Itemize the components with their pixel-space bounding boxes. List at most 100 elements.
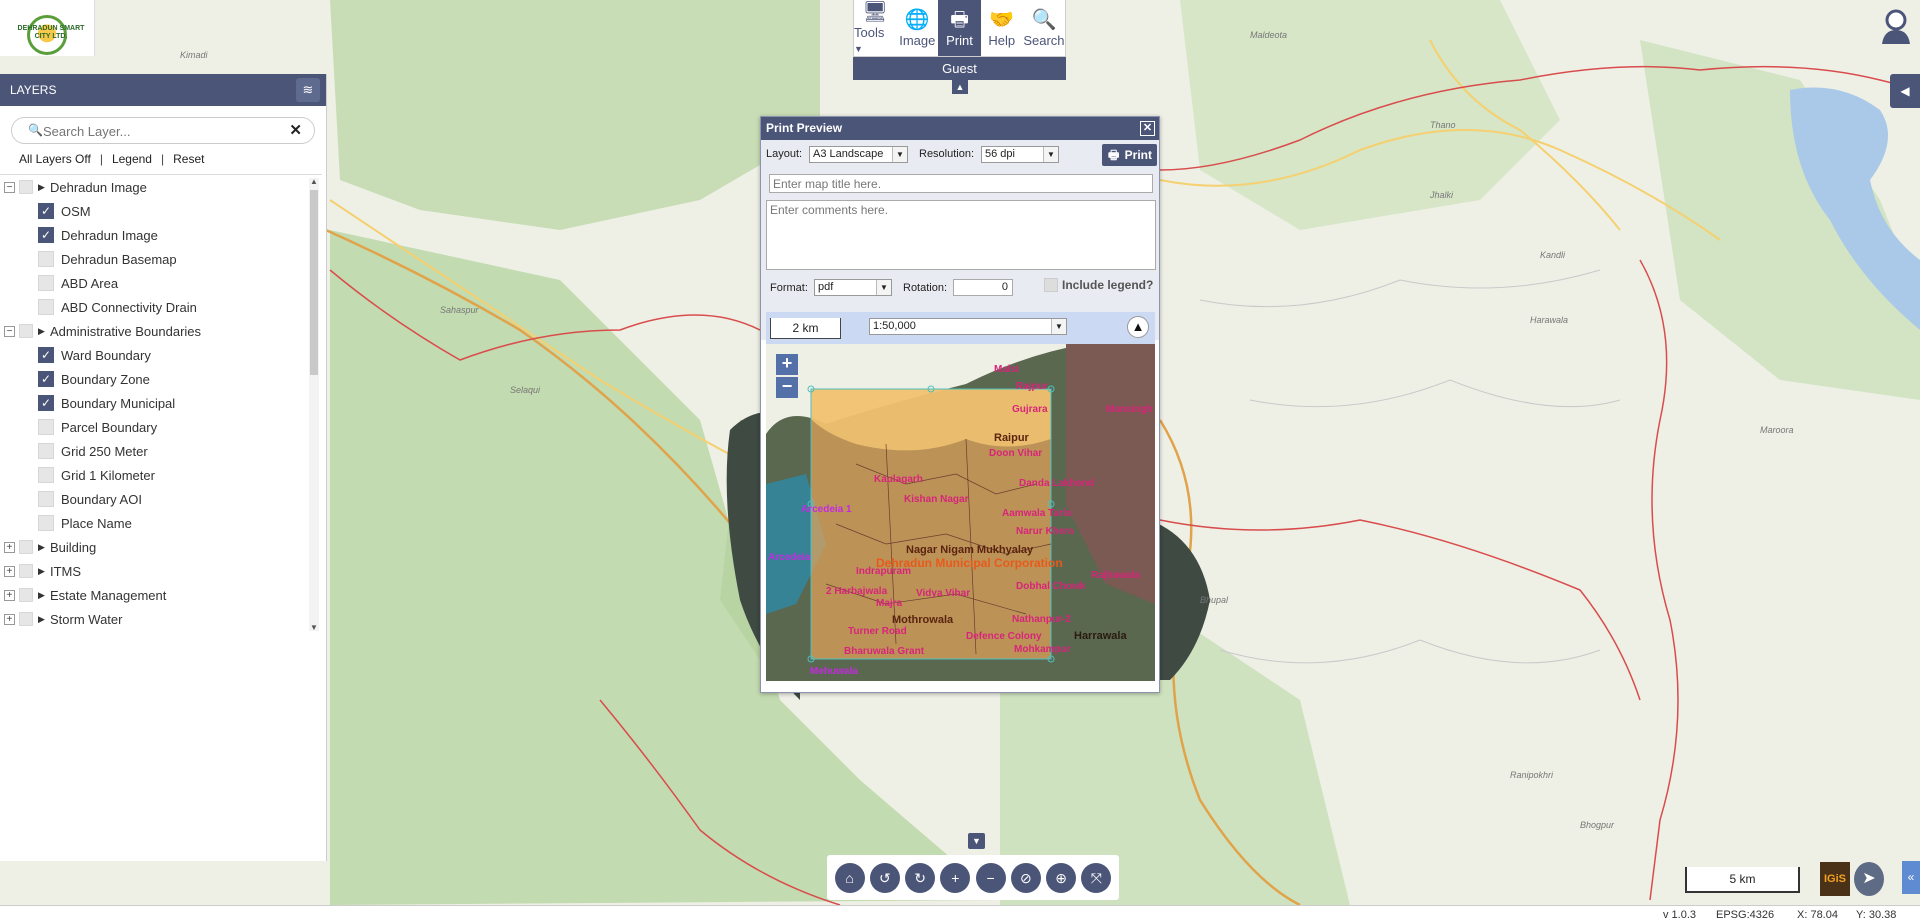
layer-checkbox[interactable]: ✓ xyxy=(38,395,54,411)
collapse-icon[interactable]: − xyxy=(4,181,15,193)
layer-item[interactable]: Place Name xyxy=(0,511,322,535)
locate-button[interactable]: ⊕ xyxy=(1046,862,1077,893)
layer-item[interactable]: Parcel Boundary xyxy=(0,415,322,439)
caret-right-icon[interactable]: ▶ xyxy=(38,326,45,337)
city-logo[interactable]: DEHRADUN SMART CITY LTD. xyxy=(0,0,95,56)
layer-item[interactable]: Boundary AOI xyxy=(0,487,322,511)
layer-item[interactable]: ✓ Dehradun Image xyxy=(0,223,322,247)
zoom-in-button[interactable]: + xyxy=(940,862,971,893)
caret-right-icon[interactable]: ▶ xyxy=(38,542,45,553)
layer-checkbox[interactable]: ✓ xyxy=(38,227,54,243)
layer-checkbox[interactable]: ✓ xyxy=(38,203,54,219)
nav-collapse-icon[interactable]: ▼ xyxy=(968,833,985,849)
layer-checkbox[interactable] xyxy=(38,491,54,507)
layer-group-label: Administrative Boundaries xyxy=(50,323,202,339)
layer-item[interactable]: Grid 1 Kilometer xyxy=(0,463,322,487)
print-scale-select[interactable]: 1:50,000 ▼ xyxy=(869,318,1067,335)
scroll-thumb[interactable] xyxy=(310,190,318,375)
search-button[interactable]: 🔍 Search xyxy=(1023,0,1065,56)
print-scale-bar: 2 km 1:50,000 ▼ ▲ xyxy=(766,312,1155,344)
layer-search-input[interactable] xyxy=(43,122,283,140)
expand-icon[interactable]: + xyxy=(4,565,15,577)
layer-item[interactable]: Grid 250 Meter xyxy=(0,439,322,463)
group-checkbox[interactable] xyxy=(19,612,33,626)
zoom-out-button[interactable]: − xyxy=(975,862,1006,893)
layer-tree-scrollbar[interactable]: ▲ ▼ xyxy=(309,177,319,632)
layer-checkbox[interactable] xyxy=(38,443,54,459)
layer-checkbox[interactable]: ✓ xyxy=(38,347,54,363)
caret-right-icon[interactable]: ▶ xyxy=(38,614,45,625)
include-legend-checkbox[interactable] xyxy=(1044,278,1058,292)
group-checkbox[interactable] xyxy=(19,180,33,194)
caret-right-icon[interactable]: ▶ xyxy=(38,590,45,601)
expand-panel-icon[interactable]: « xyxy=(1902,861,1920,894)
expand-icon[interactable]: + xyxy=(4,541,15,553)
layers-header: LAYERS ≋ xyxy=(0,74,326,106)
layer-checkbox[interactable] xyxy=(38,299,54,315)
resolution-select[interactable]: 56 dpi ▼ xyxy=(981,146,1059,163)
layer-item[interactable]: ABD Connectivity Drain xyxy=(0,295,322,319)
all-layers-off-link[interactable]: All Layers Off xyxy=(19,152,91,166)
layer-checkbox[interactable] xyxy=(38,419,54,435)
print-map-preview[interactable]: Malsi Rajpur Gujrara Mansingh Raipur Doo… xyxy=(766,344,1155,681)
caret-right-icon[interactable]: ▶ xyxy=(38,182,45,193)
print-map-label: Mothrowala xyxy=(892,614,954,626)
print-submit-button[interactable]: 🖶 Print xyxy=(1102,144,1157,166)
compass-icon[interactable]: ➤ xyxy=(1854,862,1884,896)
expand-icon[interactable]: + xyxy=(4,613,15,625)
help-button[interactable]: 🤝 Help xyxy=(981,0,1023,56)
layer-group[interactable]: − ▶ Administrative Boundaries xyxy=(0,319,322,343)
layers-stack-icon[interactable]: ≋ xyxy=(296,78,320,102)
redo-button[interactable]: ↻ xyxy=(905,862,936,893)
layout-select[interactable]: A3 Landscape ▼ xyxy=(809,146,908,163)
layer-item[interactable]: ✓ OSM xyxy=(0,199,322,223)
map-title-input[interactable]: Enter map title here. xyxy=(769,174,1153,193)
reset-link[interactable]: Reset xyxy=(173,152,204,166)
collapse-icon[interactable]: − xyxy=(4,325,15,337)
layer-checkbox[interactable] xyxy=(38,275,54,291)
layer-group[interactable]: − ▶ Dehradun Image xyxy=(0,175,322,199)
layer-group[interactable]: + ▶ ITMS xyxy=(0,559,322,583)
image-button[interactable]: 🌐 Image xyxy=(896,0,938,56)
layer-item[interactable]: ✓ Boundary Municipal xyxy=(0,391,322,415)
clear-search-icon[interactable]: ✕ xyxy=(289,121,302,139)
tools-menu-button[interactable]: 🖥 Tools ▼ xyxy=(854,0,896,56)
layer-item[interactable]: ABD Area xyxy=(0,271,322,295)
close-icon[interactable]: ✕ xyxy=(1140,121,1155,136)
igis-logo[interactable]: IGiS xyxy=(1820,862,1850,896)
layer-checkbox[interactable]: ✓ xyxy=(38,371,54,387)
layer-item[interactable]: ✓ Boundary Zone xyxy=(0,367,322,391)
map-label: Selaqui xyxy=(510,385,541,395)
layer-checkbox[interactable] xyxy=(38,251,54,267)
print-zoom-in-button[interactable]: + xyxy=(776,354,798,375)
layer-group[interactable]: + ▶ Storm Water xyxy=(0,607,322,631)
group-checkbox[interactable] xyxy=(19,588,33,602)
layer-checkbox[interactable] xyxy=(38,515,54,531)
layer-checkbox[interactable] xyxy=(38,467,54,483)
group-checkbox[interactable] xyxy=(19,324,33,338)
scroll-down-icon[interactable]: ▼ xyxy=(310,623,318,632)
scroll-up-icon[interactable]: ▲ xyxy=(310,177,318,186)
home-button[interactable]: ⌂ xyxy=(834,862,865,893)
group-checkbox[interactable] xyxy=(19,564,33,578)
format-select[interactable]: pdf ▼ xyxy=(814,279,892,296)
group-checkbox[interactable] xyxy=(19,540,33,554)
layer-group[interactable]: + ▶ Building xyxy=(0,535,322,559)
layer-group[interactable]: + ▶ Estate Management xyxy=(0,583,322,607)
layer-item[interactable]: ✓ Ward Boundary xyxy=(0,343,322,367)
user-avatar[interactable] xyxy=(1880,8,1912,46)
full-extent-button[interactable]: ⤧ xyxy=(1081,862,1112,893)
right-panel-toggle[interactable]: ◀ xyxy=(1890,74,1920,108)
hide-button[interactable]: ⊘ xyxy=(1010,862,1041,893)
print-button[interactable]: 🖶 Print xyxy=(938,0,981,56)
caret-right-icon[interactable]: ▶ xyxy=(38,566,45,577)
legend-link[interactable]: Legend xyxy=(112,152,152,166)
comments-textarea[interactable]: Enter comments here. xyxy=(766,200,1156,270)
undo-button[interactable]: ↺ xyxy=(869,862,900,893)
expand-icon[interactable]: + xyxy=(4,589,15,601)
print-zoom-out-button[interactable]: − xyxy=(776,377,798,398)
layer-item[interactable]: Dehradun Basemap xyxy=(0,247,322,271)
toolbar-collapse-icon[interactable]: ▲ xyxy=(952,80,968,94)
print-map-label: Rajpur xyxy=(1016,381,1048,392)
rotation-input[interactable]: 0 xyxy=(953,279,1013,296)
